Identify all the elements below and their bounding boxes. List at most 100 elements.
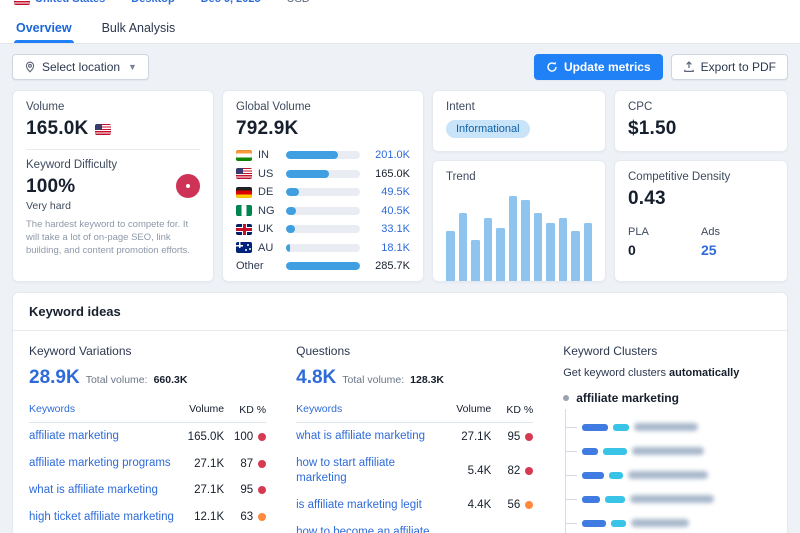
- keyword-link[interactable]: is affiliate marketing legit: [296, 498, 447, 513]
- table-row: affiliate marketing programs 27.1K 87: [29, 450, 267, 477]
- keyword-difficulty-description: The hardest keyword to compete for. It w…: [26, 219, 191, 256]
- total-volume-value: 660.3K: [153, 374, 188, 386]
- country-volume: 285.7K: [375, 260, 410, 272]
- volume-column-header: Volume: [189, 403, 225, 415]
- clusters-subtitle: Get keyword clusters automatically: [563, 367, 740, 379]
- volume-bar: [286, 151, 360, 159]
- keyword-link[interactable]: what is affiliate marketing: [29, 483, 180, 498]
- cluster-root: affiliate marketing: [563, 391, 771, 405]
- currency-label: USD: [287, 0, 310, 5]
- volume-label: Volume: [26, 101, 65, 113]
- kd-column-header: KD %: [239, 403, 267, 416]
- competitive-density-value: 0.43: [628, 188, 666, 209]
- questions-title: Questions: [296, 344, 351, 358]
- cluster-root-label: affiliate marketing: [576, 391, 679, 405]
- cpc-card: CPC $1.50: [614, 90, 788, 152]
- table-row: what is affiliate marketing 27.1K 95: [296, 423, 534, 450]
- location-selector[interactable]: United States: [14, 0, 105, 5]
- keyword-link[interactable]: how to start affiliate marketing: [296, 456, 447, 486]
- tab-overview[interactable]: Overview: [14, 17, 74, 43]
- keywords-column-header: Keywords: [29, 403, 76, 415]
- volume-bar: [286, 225, 360, 233]
- au-flag-icon: [236, 242, 252, 253]
- kd-value: 63: [240, 511, 254, 524]
- update-metrics-button[interactable]: Update metrics: [533, 54, 663, 80]
- global-volume-row: US 165.0K: [236, 168, 410, 180]
- global-volume-row: AU 18.1K: [236, 242, 410, 254]
- kd-value: 100: [233, 430, 254, 443]
- keyword-volume: 165.0K: [187, 430, 225, 443]
- country-volume-link[interactable]: 40.5K: [366, 205, 410, 217]
- volume-column-header: Volume: [456, 403, 492, 415]
- keyword-link[interactable]: affiliate marketing: [29, 429, 180, 444]
- global-volume-row: UK 33.1K: [236, 223, 410, 235]
- cluster-item[interactable]: [566, 487, 771, 511]
- volume-value: 165.0K: [26, 118, 89, 139]
- cluster-item[interactable]: [566, 463, 771, 487]
- ads-value-link[interactable]: 25: [701, 242, 717, 258]
- tree-connector: [566, 426, 578, 428]
- keyword-variations-title: Keyword Variations: [29, 344, 132, 358]
- toolbar: Select location ▼ Update metrics Export …: [12, 54, 788, 80]
- keyword-clusters-column: Keyword Clusters Get keyword clusters au…: [563, 344, 771, 533]
- volume-bar: [286, 262, 360, 270]
- tab-bar: Overview Bulk Analysis: [0, 11, 800, 44]
- pla-label: PLA: [628, 226, 649, 238]
- total-volume-label: Total volume:: [342, 374, 405, 386]
- country-volume-link[interactable]: 201.0K: [366, 149, 410, 161]
- keyword-link[interactable]: what is affiliate marketing: [296, 429, 447, 444]
- intent-badge[interactable]: Informational: [446, 120, 530, 138]
- keyword-link[interactable]: high ticket affiliate marketing: [29, 510, 180, 525]
- kd-column-header: KD %: [506, 403, 534, 416]
- global-volume-row: Other 285.7K: [236, 260, 410, 272]
- keyword-ideas-section: Keyword ideas Keyword Variations 28.9K T…: [12, 292, 788, 533]
- keyword-link[interactable]: affiliate marketing programs: [29, 456, 180, 471]
- metrics-row: Volume 165.0K Keyword Difficulty 100% Ve…: [12, 90, 788, 282]
- country-volume-link[interactable]: 33.1K: [366, 223, 410, 235]
- update-metrics-label: Update metrics: [563, 60, 651, 74]
- kd-value: 95: [507, 430, 521, 443]
- cpc-label: CPC: [628, 101, 653, 113]
- country-code: UK: [258, 223, 274, 235]
- country-volume-link[interactable]: 49.5K: [366, 186, 410, 198]
- keyword-variations-column: Keyword Variations 28.9K Total volume: 6…: [29, 344, 267, 533]
- select-location-dropdown[interactable]: Select location ▼: [12, 54, 149, 80]
- currency-selector[interactable]: USD: [287, 0, 310, 5]
- uk-flag-icon: [236, 223, 252, 235]
- cluster-item[interactable]: [566, 511, 771, 533]
- select-location-label: Select location: [42, 60, 121, 74]
- kd-dot: [525, 467, 534, 476]
- kd-dot: [525, 432, 534, 441]
- competitive-density-card: Competitive Density 0.43 PLA 0 Ads 25: [614, 160, 788, 282]
- divider: [26, 149, 200, 150]
- tab-bulk-analysis[interactable]: Bulk Analysis: [100, 17, 178, 43]
- export-pdf-button[interactable]: Export to PDF: [670, 54, 788, 80]
- keyword-link[interactable]: how to become an affiliate marketer: [296, 525, 447, 533]
- volume-bar: [286, 243, 360, 252]
- kd-dot: [258, 459, 267, 468]
- table-row: how to start affiliate marketing 5.4K 82: [296, 450, 534, 492]
- bullet-icon: [563, 395, 570, 401]
- date-selector[interactable]: Dec 9, 2025: [201, 0, 261, 5]
- keywords-column-header: Keywords: [296, 403, 343, 415]
- us-flag-icon: [95, 123, 112, 135]
- cluster-bar-blue: [582, 495, 601, 503]
- cluster-item[interactable]: [566, 415, 771, 439]
- cluster-item[interactable]: [566, 439, 771, 463]
- table-row: how to become an affiliate marketer 2.9K…: [296, 518, 533, 533]
- total-volume-label: Total volume:: [85, 374, 148, 386]
- cluster-tree: [565, 409, 771, 533]
- device-selector[interactable]: Desktop: [131, 0, 174, 5]
- keyword-volume: 12.1K: [194, 511, 225, 524]
- in-flag-icon: [236, 149, 252, 161]
- blurred-cluster-label: [628, 471, 709, 479]
- kd-value: 56: [507, 499, 521, 512]
- keyword-clusters-title: Keyword Clusters: [563, 344, 658, 358]
- tree-connector: [566, 450, 578, 452]
- export-icon: [683, 61, 694, 72]
- country-volume-link[interactable]: 18.1K: [366, 242, 410, 254]
- settings-bar: United States Desktop Dec 9, 2025 USD: [0, 0, 800, 11]
- country-code: NG: [258, 204, 275, 217]
- kd-dot: [258, 486, 267, 495]
- kd-value: 87: [240, 457, 254, 470]
